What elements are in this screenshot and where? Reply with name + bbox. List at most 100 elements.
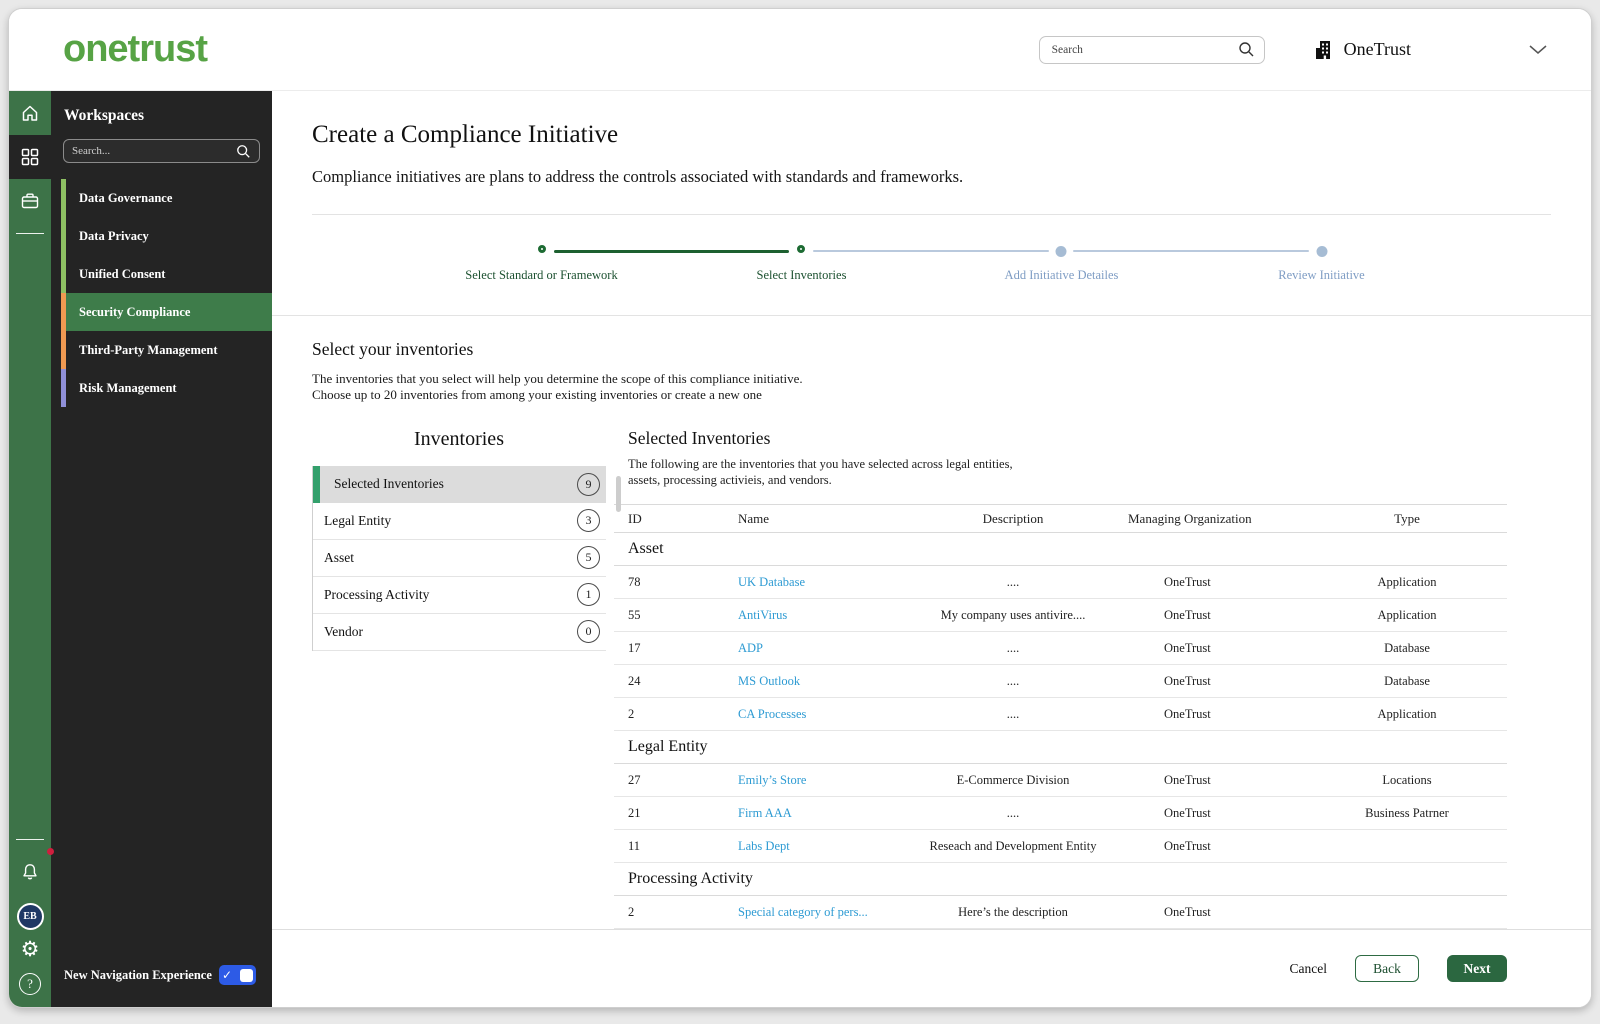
table-group-row-processing-activity: Processing Activity (614, 863, 1507, 897)
sidebar-item-security-compliance[interactable]: Security Compliance (51, 293, 272, 331)
settings-button[interactable]: ⚙ (21, 939, 40, 961)
table-row-emily-s-store: 27 Emily’s Store E-Commerce Division OneTru… (614, 764, 1507, 798)
cell-type: Application (1377, 706, 1437, 721)
inventory-link[interactable]: Labs Dept (738, 839, 790, 853)
rail-home-button[interactable] (9, 91, 51, 135)
step-circle-4[interactable] (1316, 246, 1327, 257)
inventory-category-processing-activity[interactable]: Processing Activity 1 (313, 577, 606, 614)
cell-name: CA Processes (738, 707, 898, 722)
inventory-link[interactable]: Special category of pers... (738, 905, 868, 919)
sidebar-search-icon (236, 144, 251, 159)
sidebar-item-unified-consent[interactable]: Unified Consent (51, 255, 272, 293)
inventory-category-vendor[interactable]: Vendor 0 (313, 614, 606, 651)
selected-inventories-panel: Selected Inventories The following are t… (614, 427, 1507, 930)
briefcase-icon (20, 191, 40, 211)
inventory-link[interactable]: ADP (738, 641, 763, 655)
question-icon: ? (27, 976, 33, 991)
sidebar-search[interactable] (63, 139, 260, 163)
inventory-category-asset[interactable]: Asset 5 (313, 540, 606, 577)
sidebar-item-risk-management[interactable]: Risk Management (51, 369, 272, 407)
step-circle-3[interactable] (1055, 246, 1067, 257)
sidebar-item-data-privacy[interactable]: Data Privacy (51, 217, 272, 255)
toggle-knob (240, 968, 253, 982)
step-circle-1[interactable] (537, 245, 546, 253)
workspace-color-bar (61, 369, 66, 407)
inventory-category-legal-entity[interactable]: Legal Entity 3 (313, 503, 606, 540)
cell-name: MS Outlook (738, 674, 898, 689)
wizard-stepper: Select Standard or Framework Select Inven… (272, 215, 1591, 315)
wizard-action-bar: Cancel Back Next (272, 929, 1591, 1007)
inventory-category-list: Selected Inventories 9 Legal Entity 3 Asset 5… (312, 465, 606, 651)
count-badge: 0 (577, 620, 600, 644)
sidebar-item-label: Unified Consent (79, 266, 166, 281)
count-badge: 1 (577, 583, 600, 607)
top-header: onetrust Search OneTrust (9, 9, 1591, 91)
cell-id: 27 (628, 772, 641, 787)
selected-description-line1: The following are the inventories that y… (628, 456, 1013, 471)
inventory-link[interactable]: Emily’s Store (738, 773, 806, 787)
rail-workspaces-button[interactable] (9, 135, 51, 179)
inventory-category-label: Processing Activity (324, 586, 430, 602)
count-badge: 3 (577, 509, 600, 533)
selected-description-line2: assets, processing activieis, and vendor… (628, 472, 832, 487)
inventory-category-selected-inventories[interactable]: Selected Inventories 9 (313, 465, 606, 503)
scrollbar-thumb[interactable] (616, 475, 621, 512)
cell-description: .... (1006, 706, 1020, 721)
active-indicator-bar (313, 465, 320, 503)
sidebar-search-input[interactable] (72, 145, 236, 157)
app-window: onetrust Search OneTrust EB ⚙ ? Workspac… (8, 8, 1592, 1008)
table-group-label: Asset (628, 540, 664, 558)
step-label-select-standard-or-framework: Select Standard or Framework (465, 268, 618, 282)
step-circle-2[interactable] (797, 245, 806, 253)
back-button[interactable]: Back (1355, 955, 1419, 982)
rail-briefcase-button[interactable] (9, 179, 51, 223)
step-label-review-initiative: Review Initiative (1278, 268, 1365, 282)
table-header-row: ID Name Description Managing Organization Ty… (614, 504, 1507, 534)
cell-managing-organization: OneTrust (1164, 640, 1211, 655)
cell-managing-organization: OneTrust (1164, 904, 1211, 919)
table-row-ca-processes: 2 CA Processes.... OneTrust Application (614, 698, 1507, 732)
cell-managing-organization: OneTrust (1164, 805, 1211, 820)
section-heading: Select your inventories (312, 339, 474, 359)
org-switcher[interactable]: OneTrust (1313, 39, 1411, 61)
avatar[interactable]: EB (16, 903, 44, 930)
account-menu-toggle[interactable] (1529, 44, 1547, 55)
sidebar-item-label: Data Governance (79, 190, 173, 205)
inventory-link[interactable]: AntiVirus (738, 608, 787, 622)
table-row-ms-outlook: 24 MS Outlook.... OneTrust Database (614, 665, 1507, 699)
inventory-link[interactable]: MS Outlook (738, 674, 800, 688)
gear-icon: ⚙ (20, 937, 40, 961)
inventories-panel: Inventories Selected Inventories 9 Legal E… (312, 428, 606, 929)
cell-managing-organization: OneTrust (1164, 772, 1211, 787)
stepper-connector-1 (553, 249, 790, 253)
cell-managing-organization: OneTrust (1164, 706, 1211, 721)
inventories-title: Inventories (414, 427, 504, 450)
toggle-check-icon: ✓ (222, 968, 233, 982)
inventory-link[interactable]: UK Database (738, 575, 805, 589)
count-badge: 5 (577, 546, 600, 570)
inventory-link[interactable]: CA Processes (738, 707, 806, 721)
selected-inventories-title: Selected Inventories (628, 427, 771, 448)
sidebar-item-third-party-management[interactable]: Third-Party Management (51, 331, 272, 369)
sidebar-item-data-governance[interactable]: Data Governance (51, 179, 272, 217)
workspace-color-bar (61, 255, 66, 293)
cell-type: Application (1377, 574, 1437, 589)
next-button[interactable]: Next (1447, 955, 1507, 982)
cancel-button[interactable]: Cancel (1290, 961, 1327, 977)
inventory-link[interactable]: Firm AAA (738, 806, 792, 820)
global-search-input[interactable] (1051, 43, 1238, 56)
cell-id: 24 (628, 673, 641, 688)
building-icon (1313, 39, 1335, 61)
new-nav-toggle[interactable]: ✓ (219, 965, 256, 985)
help-button[interactable]: ? (19, 973, 41, 995)
notifications-button[interactable] (9, 848, 54, 894)
global-search[interactable] (1038, 35, 1265, 64)
onetrust-logo: onetrust (63, 28, 208, 70)
inventory-category-label: Vendor (324, 623, 363, 639)
inventory-category-label: Legal Entity (324, 512, 392, 528)
cell-type: Database (1384, 673, 1430, 688)
table-row-special-category-of-pers: 2 Special category of pers... Here’s the d… (614, 896, 1507, 930)
workspace-color-bar (61, 217, 66, 255)
table-row-antivirus: 55 AntiVirus My company uses antivire.... O… (614, 599, 1507, 633)
step-label-add-initiative-detailes: Add Initiative Detailes (1004, 268, 1119, 282)
